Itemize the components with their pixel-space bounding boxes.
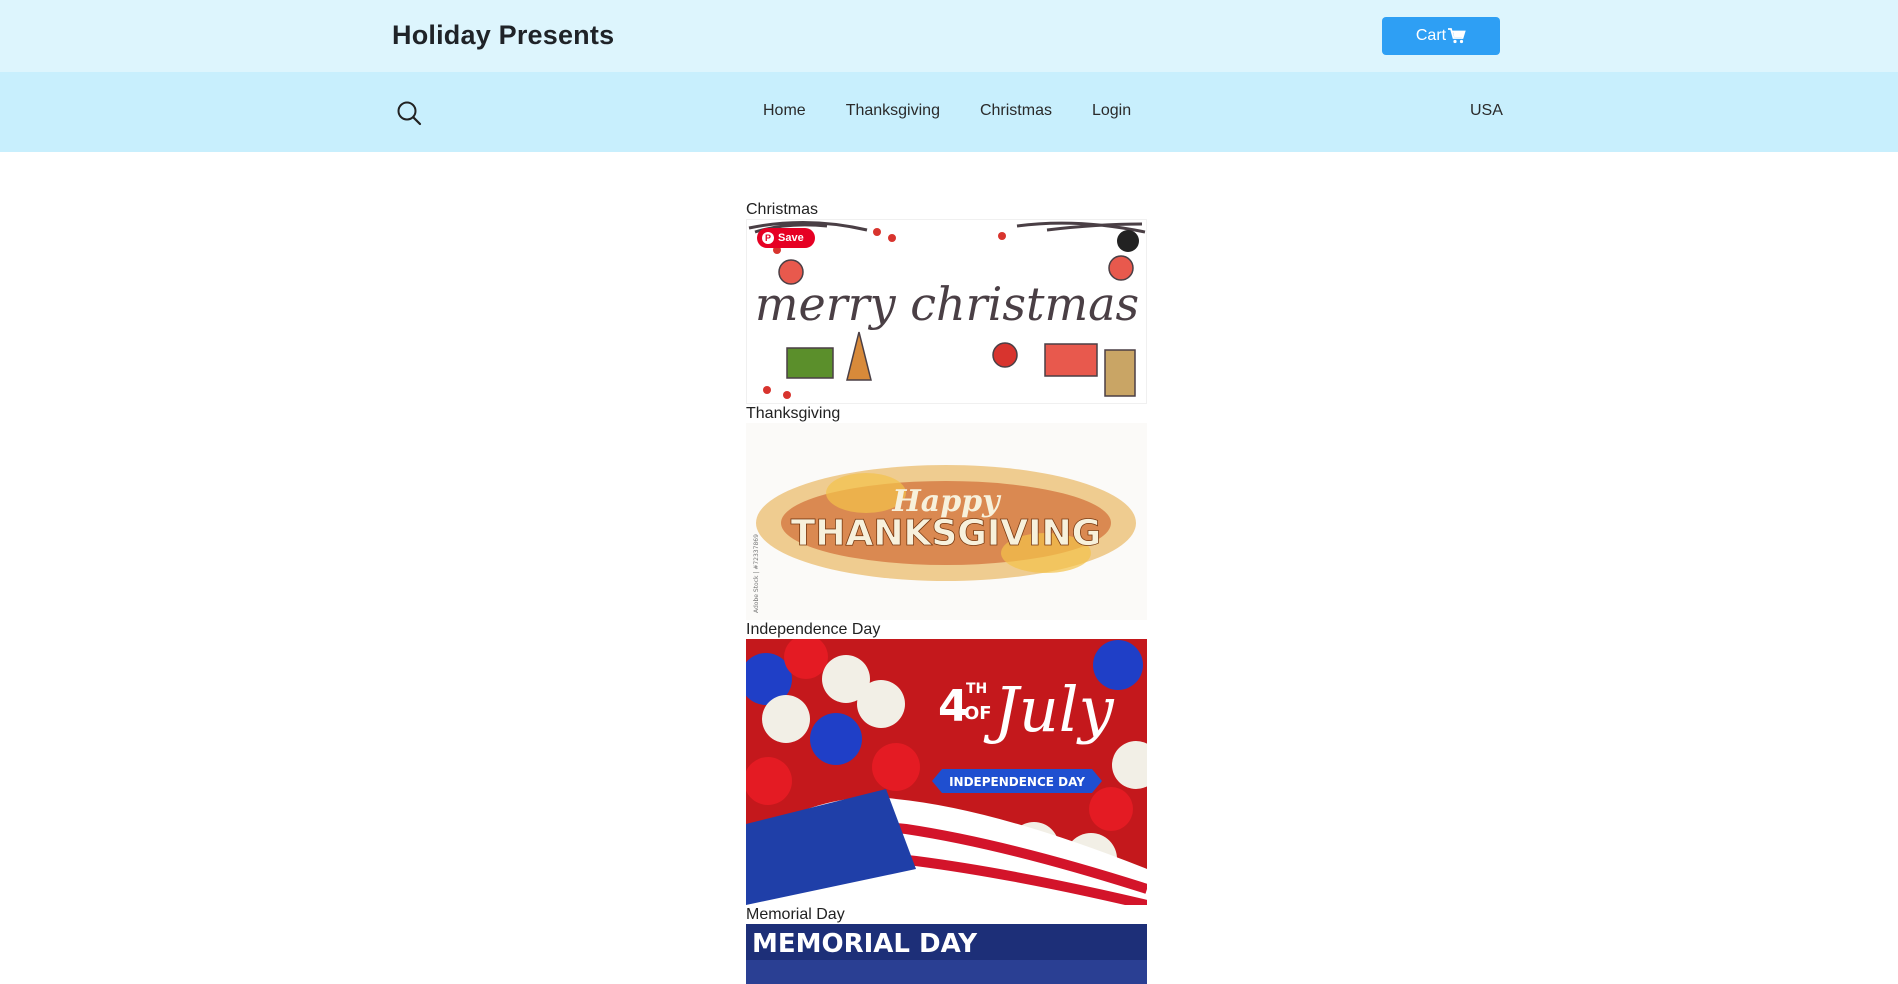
cart-label: Cart [1415,27,1447,44]
site-brand[interactable]: Holiday Presents [392,20,614,51]
july-ribbon-text: INDEPENDENCE DAY [949,775,1085,789]
thanksgiving-banner[interactable]: Happy THANKSGIVING Adobe Stock | #723378… [746,423,1147,620]
nav-home[interactable]: Home [763,102,806,120]
independence-day-banner[interactable]: 4 TH OF July INDEPENDENCE DAY [746,639,1147,905]
holiday-caption-christmas: Christmas [746,201,819,218]
independence-banner-art: 4 TH OF July INDEPENDENCE DAY [746,639,1147,905]
christmas-banner[interactable]: merry christmas P Save [746,219,1147,404]
cart-button[interactable]: Cart [1382,17,1500,55]
holiday-caption-thanksgiving: Thanksgiving [746,405,841,422]
christmas-banner-text: merry christmas [755,277,1139,331]
top-header: Holiday Presents Cart [0,0,1898,72]
nav-login[interactable]: Login [1092,102,1131,120]
holiday-caption-memorial: Memorial Day [746,906,845,923]
nav-christmas[interactable]: Christmas [980,102,1052,120]
visual-search-icon[interactable] [1117,230,1139,252]
memorial-banner-art: MEMORIAL DAY [746,924,1147,984]
pinterest-save-button[interactable]: P Save [757,228,815,248]
july-banner-script: July [983,673,1115,746]
main-nav: Home Thanksgiving Christmas Login USA [0,72,1898,152]
memorial-banner-text: MEMORIAL DAY [752,929,978,959]
july-banner-th: TH [966,681,987,697]
thanksgiving-banner-art: Happy THANKSGIVING Adobe Stock | #723378… [753,465,1136,613]
pinterest-icon: P [762,232,774,244]
holiday-list: Christmas merry christmas P Save Thanksg… [746,200,1147,984]
pin-save-label: Save [778,232,804,244]
shopping-cart-icon [1448,28,1466,44]
nav-links: Home Thanksgiving Christmas Login [763,102,1171,120]
search-icon[interactable] [396,100,422,126]
holiday-caption-independence: Independence Day [746,621,881,638]
thanksgiving-banner-title: THANKSGIVING [791,513,1101,554]
thanksgiving-watermark: Adobe Stock | #72337869 [753,534,760,613]
region-selector[interactable]: USA [1470,102,1503,120]
memorial-day-banner[interactable]: MEMORIAL DAY [746,924,1147,984]
july-banner-of: OF [964,703,992,724]
nav-thanksgiving[interactable]: Thanksgiving [846,102,940,120]
